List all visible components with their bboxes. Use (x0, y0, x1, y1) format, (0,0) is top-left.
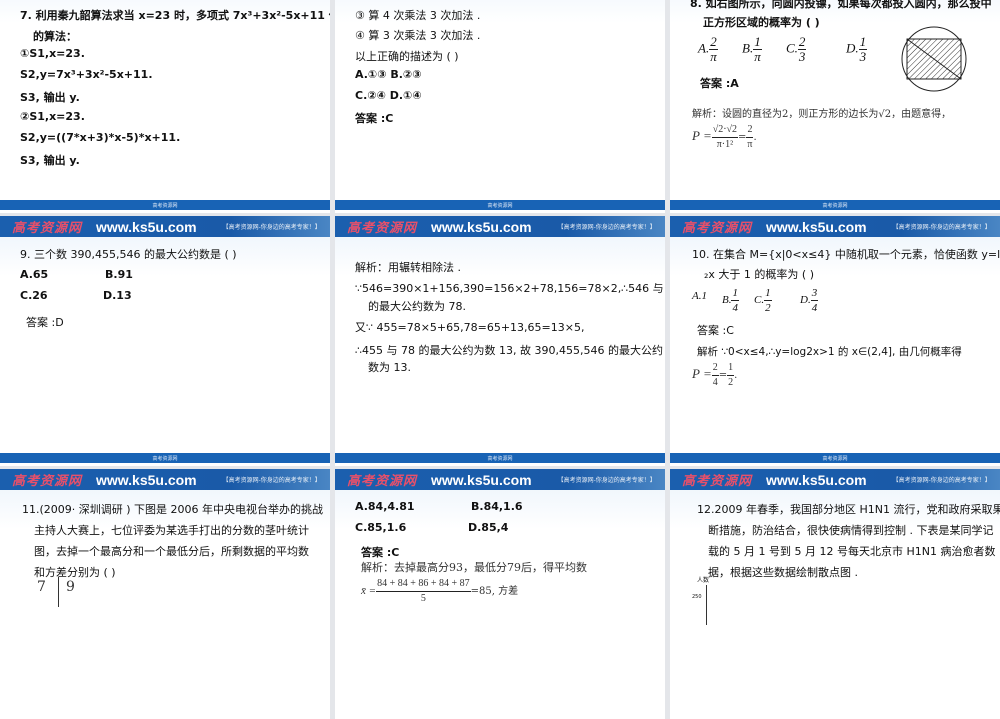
text-line: S2,y=7x³+3x²-5x+11. (20, 68, 153, 81)
text-line: ③ 算 4 次乘法 3 次加法 . (355, 9, 481, 22)
stem-divider (58, 577, 59, 607)
text-line: 载的 5 月 1 号到 5 月 12 号每天北京市 H1N1 病治愈者数 (708, 545, 996, 558)
text-line: ④ 算 3 次乘法 3 次加法 . (355, 29, 481, 42)
slide-q9[interactable]: 高考资源网 www.ks5u.com 【高考资源网-你身边的高考专家！】 9. 三个… (0, 216, 330, 466)
slide-q10[interactable]: 高考资源网 www.ks5u.com 【高考资源网-你身边的高考专家！】 10. 在… (670, 216, 1000, 466)
option-a: A.1 (692, 290, 707, 302)
text-line: ∵546=390×1+156,390=156×2+78,156=78×2,∴54… (355, 282, 665, 295)
text-line: 8. 如右图所示，向圆内投镖，如果每次都投入圆内，那么投中 (690, 0, 992, 10)
option-line: C.②④ D.①④ (355, 89, 422, 102)
option-d: D.85,4 (468, 521, 509, 534)
text-line: S3, 输出 y. (20, 154, 80, 167)
formula: x̄ = 84 + 84 + 86 + 84 + 87 5 =85, 方差 (361, 578, 519, 604)
slide-q8[interactable]: 8. 如右图所示，向圆内投镖，如果每次都投入圆内，那么投中 正方形区域的概率为 … (670, 0, 1000, 213)
text-line: ₂x 大于 1 的概率为 ( ) (704, 268, 814, 281)
text-line: 又∵ 455=78×5+65,78=65+13,65=13×5, (355, 321, 585, 334)
option-c: C. 2 3 (786, 34, 807, 64)
text-line: 据，根据这些数据绘制散点图 . (708, 566, 858, 579)
answer: 答案 :A (700, 77, 739, 90)
slide-q11-options[interactable]: 高考资源网 www.ks5u.com 【高考资源网-你身边的高考专家！】 A.84,… (335, 469, 665, 719)
text-line: 以上正确的描述为 ( ) (355, 50, 459, 63)
text-line: 的最大公约数为 78. (368, 300, 466, 313)
y-tick: 250 (692, 594, 702, 600)
slide-footer: 高考资源网 (670, 200, 1000, 210)
text-line: 9. 三个数 390,455,546 的最大公约数是 ( ) (20, 248, 237, 261)
y-axis-label: 人数 (697, 577, 710, 584)
text-line: 10. 在集合 M={x|0<x≤4} 中随机取一个元素，恰使函数 y=log (692, 248, 1000, 261)
text-line: 数为 13. (368, 361, 411, 374)
text-line: S3, 输出 y. (20, 91, 80, 104)
slide-footer: 高考资源网 (670, 453, 1000, 463)
option-d: D.13 (103, 289, 132, 302)
slide-footer: 高考资源网 (0, 200, 330, 210)
text-line: 解析：用辗转相除法 . (355, 261, 461, 274)
option-b: B. 1 π (742, 34, 762, 64)
option-b: B.84,1.6 (471, 500, 523, 513)
option-d: D. 3 4 (800, 287, 819, 314)
text-line: 断措施，防治结合，很快使病情得到控制 . 下表是某同学记 (708, 524, 994, 537)
option-line: A.①③ B.②③ (355, 68, 422, 81)
option-c: C. 1 2 (754, 287, 772, 314)
text-line: 正方形区域的概率为 ( ) (703, 16, 820, 29)
text-line: 和方差分别为 ( ) (34, 566, 116, 579)
text-line: 图，去掉一个最高分和一个最低分后，所剩数据的平均数 (34, 545, 309, 558)
answer: 答案 :C (361, 546, 400, 559)
slide-q7-cont[interactable]: ③ 算 4 次乘法 3 次加法 . ④ 算 3 次乘法 3 次加法 . 以上正确… (335, 0, 665, 213)
text-line: 11.(2009· 深圳调研 ) 下图是 2006 年中央电视台举办的挑战 (22, 503, 324, 516)
option-b: B. 1 4 (722, 287, 739, 314)
slide-q7[interactable]: 7. 利用秦九韶算法求当 x=23 时，多项式 7x³+3x²-5x+11 值 … (0, 0, 330, 213)
formula: P = √2·√2 π·1² = 2 π. (692, 124, 757, 150)
slide-q11[interactable]: 高考资源网 www.ks5u.com 【高考资源网-你身边的高考专家！】 11.(2… (0, 469, 330, 719)
text-line: 的算法： (33, 30, 77, 43)
option-d: D.13 (846, 34, 868, 64)
analysis: 解析：设圆的直径为2，则正方形的边长为√2，由题意得， (692, 109, 952, 120)
formula: P = 2 4 = 1 2. (692, 362, 738, 388)
answer: 答案 :D (26, 316, 64, 329)
slide-q9-analysis[interactable]: 高考资源网 www.ks5u.com 【高考资源网-你身边的高考专家！】 解析：用辗… (335, 216, 665, 466)
text-line: ①S1,x=23. (20, 47, 85, 60)
analysis: 解析 ∵0<x≤4,∴y=log2x>1 的 x∈(2,4], 由几何概率得 (697, 346, 962, 358)
option-a: A.65 (20, 268, 49, 281)
text-line: 12.2009 年春季，我国部分地区 H1N1 流行，党和政府采取果 (697, 503, 1000, 516)
answer: 答案 :C (355, 112, 394, 125)
slide-q12[interactable]: 高考资源网 www.ks5u.com 【高考资源网-你身边的高考专家！】 12.20… (670, 469, 1000, 719)
option-c: C.26 (20, 289, 48, 302)
slide-footer: 高考资源网 (335, 200, 665, 210)
option-b: B.91 (105, 268, 133, 281)
option-c: C.85,1.6 (355, 521, 407, 534)
text-line: ∴455 与 78 的最大公约为数 13, 故 390,455,546 的最大公… (355, 344, 663, 357)
text-line: S2,y=((7*x+3)*x-5)*x+11. (20, 131, 181, 144)
y-axis (706, 585, 707, 625)
answer: 答案 :C (697, 324, 734, 337)
slide-footer: 高考资源网 (335, 453, 665, 463)
text-line: 7. 利用秦九韶算法求当 x=23 时，多项式 7x³+3x²-5x+11 值 (20, 9, 330, 22)
option-a: A.84,4.81 (355, 500, 415, 513)
text-line: 主持人大赛上，七位评委为某选手打出的分数的茎叶统计 (34, 524, 309, 537)
option-a: A. 2 π (698, 34, 718, 64)
text-line: ②S1,x=23. (20, 110, 85, 123)
stem: 7 (37, 579, 46, 595)
analysis: 解析：去掉最高分93，最低分79后，得平均数 (361, 561, 587, 574)
leaf: 9 (66, 579, 75, 595)
slide-footer: 高考资源网 (0, 453, 330, 463)
circle-square-figure (901, 26, 967, 92)
